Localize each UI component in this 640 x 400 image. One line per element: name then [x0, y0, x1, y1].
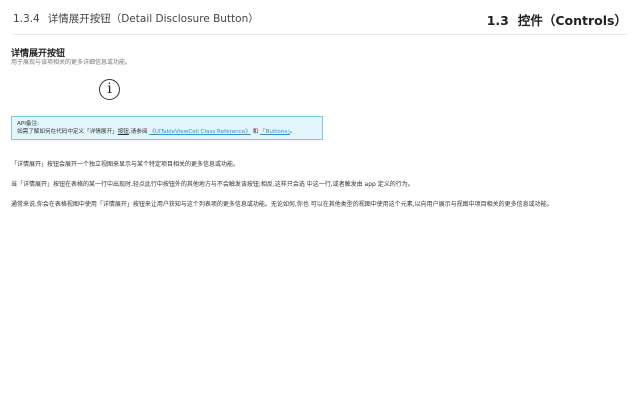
api-note-text-middle: ,请参阅	[128, 129, 148, 135]
header-divider	[13, 34, 627, 35]
api-note-conjunction: 和	[252, 129, 259, 135]
api-note-text: 如需了解如何在代码中定义「详情展开」按钮,请参阅 《UITableViewCel…	[17, 128, 317, 136]
api-note-underlined-word: 按钮	[117, 129, 129, 135]
chapter-number: 1.3	[486, 13, 509, 28]
chapter-title: 控件（Controls）	[517, 13, 627, 28]
uitableviewcell-reference-link[interactable]: 《UITableViewCell Class Reference》	[149, 129, 251, 135]
api-note-label: API备注:	[17, 121, 39, 127]
section-title: 详情展开按钮（Detail Disclosure Button）	[47, 13, 259, 25]
page-header: 1.3.4 详情展开按钮（Detail Disclosure Button） 1.…	[13, 10, 627, 29]
api-note-text-end: 。	[290, 129, 296, 135]
paragraph-3: 通常来说,你会在表格视图中使用「详情展开」按钮来让用户获知与这个列表项的更多信息…	[11, 201, 553, 208]
api-note: API备注: 如需了解如何在代码中定义「详情展开」按钮,请参阅 《UITable…	[11, 116, 323, 140]
buttons-link[interactable]: 「Buttons」	[260, 129, 290, 135]
chapter-heading: 1.3 控件（Controls）	[487, 10, 627, 29]
section-number: 1.3.4	[13, 13, 40, 25]
paragraph-1: 「详情展开」按钮会展开一个独立视图来显示与某个特定项目相关的更多信息或功能。	[11, 161, 240, 168]
detail-disclosure-button[interactable]: i	[99, 79, 120, 100]
api-note-text-before: 如需了解如何在代码中定义「详情展开」	[17, 129, 118, 135]
paragraph-2: 当「详情展开」按钮在表格的某一行中出现时,轻点此行中按钮外的其他地方与不会触发该…	[11, 181, 414, 188]
info-icon: i	[107, 81, 112, 97]
item-subtitle: 用于展现与该项相关的更多详细信息或功能。	[11, 59, 132, 66]
section-heading: 1.3.4 详情展开按钮（Detail Disclosure Button）	[13, 11, 259, 26]
